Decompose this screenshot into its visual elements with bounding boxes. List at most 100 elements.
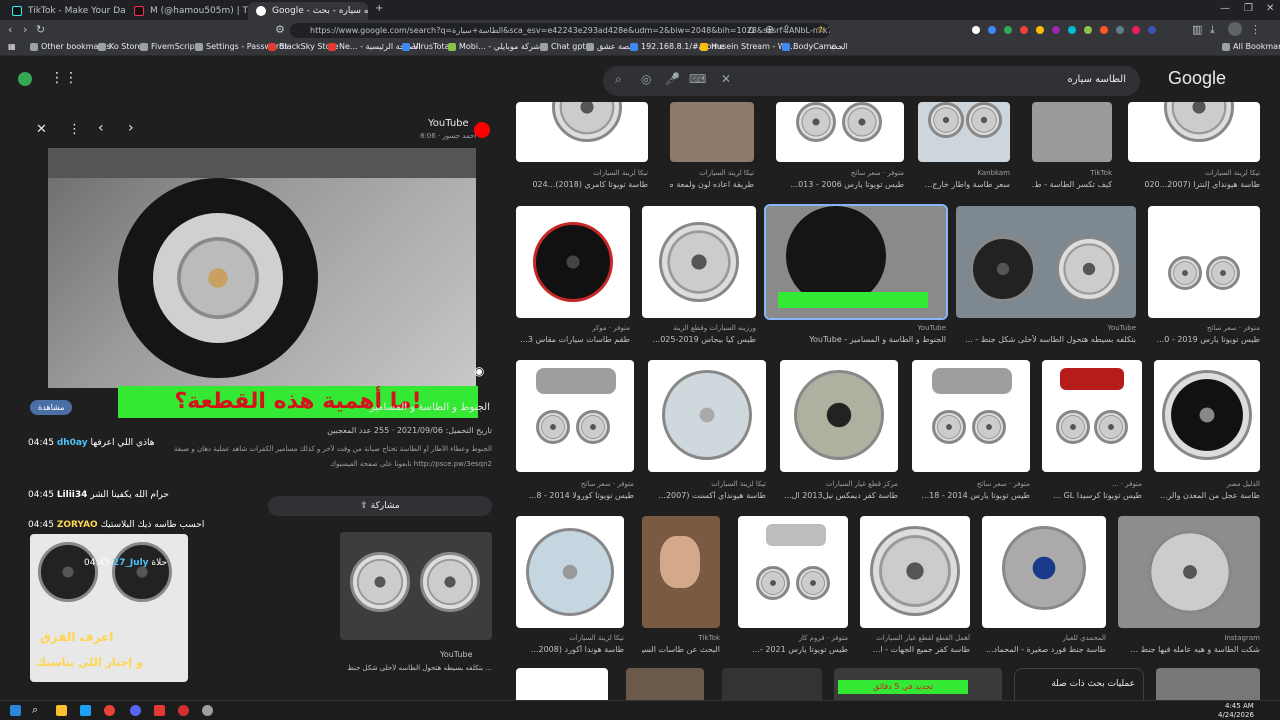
- related-caption[interactable]: بتكلفه بسيطه هتحول الطاسه لأحلى شكل جنط …: [344, 664, 492, 672]
- apps-grid-icon[interactable]: ⋮⋮: [50, 70, 78, 86]
- result-caption[interactable]: الجنوط و الطاسة و المسامير - YouTube: [766, 335, 946, 344]
- result-image[interactable]: [776, 102, 904, 162]
- previous-icon[interactable]: ‹: [98, 120, 104, 136]
- mic-icon[interactable]: 🎤: [665, 72, 680, 86]
- result-caption[interactable]: طاسة كفر جميع الجهات - ا...: [860, 645, 970, 654]
- result-caption[interactable]: طيس تويوتا يارس 2021 -...: [738, 645, 848, 654]
- result-image[interactable]: [1148, 206, 1260, 318]
- result-image[interactable]: [982, 516, 1106, 628]
- result-image[interactable]: [860, 516, 970, 628]
- tune-icon[interactable]: ⚙: [275, 23, 285, 36]
- result-image[interactable]: [516, 668, 608, 700]
- tab-google[interactable]: Google - الطاسه سياره - بحث ×: [248, 2, 368, 20]
- source-name[interactable]: YouTube: [428, 118, 469, 129]
- bookmark[interactable]: الحب: [830, 42, 848, 51]
- result-caption[interactable]: طيس تويوتا يارس 2006 - 013...: [776, 180, 904, 189]
- result-image[interactable]: تجديد في 5 دقائق: [834, 668, 1002, 700]
- result-caption[interactable]: طاسة هيونداي أكسنت (2007...: [648, 491, 766, 500]
- result-image[interactable]: [1156, 668, 1260, 700]
- back-icon[interactable]: ‹: [8, 23, 12, 36]
- result-image[interactable]: [1128, 102, 1260, 162]
- result-caption[interactable]: بتكلفه بسيطه هتحول الطاسه لأحلى شكل جنط …: [956, 335, 1136, 344]
- result-caption[interactable]: طيس تويوتا كورولا 2014 - 8...: [516, 491, 634, 500]
- result-caption[interactable]: البحث عن طاسات السيا...: [642, 645, 720, 654]
- maximize-icon[interactable]: ❐: [1244, 3, 1253, 14]
- all-bookmarks[interactable]: All Bookmarks: [1222, 42, 1280, 51]
- result-caption[interactable]: سعر طاسة واطار خارج...: [918, 180, 1010, 189]
- result-caption[interactable]: طاسة هوندا أكورد (2008...: [516, 645, 624, 654]
- result-image[interactable]: [1042, 360, 1142, 472]
- result-caption[interactable]: طاسة تويوتا كامري (2018)...024: [516, 180, 648, 189]
- next-icon[interactable]: ›: [128, 120, 134, 136]
- preview-image[interactable]: ما أهمية هذه القطعة؟! ◉: [48, 148, 484, 418]
- result-image[interactable]: [642, 516, 720, 628]
- result-caption[interactable]: طاسة عجل من المعدن والر...: [1154, 491, 1260, 500]
- extension-icon[interactable]: [1148, 26, 1156, 34]
- result-image[interactable]: [956, 206, 1136, 318]
- file-explorer-icon[interactable]: [56, 705, 67, 716]
- extension-icon[interactable]: [988, 26, 996, 34]
- extension-icon[interactable]: [1100, 26, 1108, 34]
- result-image[interactable]: [918, 102, 1010, 162]
- result-caption[interactable]: طيس تويوتا كرسيدا GL ...: [1042, 491, 1142, 500]
- result-image-selected[interactable]: [764, 204, 948, 320]
- search-input[interactable]: الطاسه سياره: [1067, 74, 1126, 85]
- image-title[interactable]: الجنوط و الطاسة و المسامير: [280, 402, 490, 413]
- result-caption[interactable]: طيس كيا بيجاس 2019-025...: [642, 335, 756, 344]
- star-icon[interactable]: ☆: [816, 23, 826, 36]
- result-caption[interactable]: كيف تكسر الطاسة - ط...: [1032, 180, 1112, 189]
- sidepanel-icon[interactable]: ▥: [1192, 23, 1202, 36]
- result-caption[interactable]: طريقة اعاده لون ولمعة طا...: [670, 180, 754, 189]
- app-icon[interactable]: [178, 705, 189, 716]
- result-image[interactable]: [1118, 516, 1260, 628]
- related-image[interactable]: [340, 532, 492, 640]
- new-tab-icon[interactable]: +: [375, 3, 383, 14]
- download-icon[interactable]: ⤓: [1210, 23, 1215, 37]
- extension-icon[interactable]: [1020, 26, 1028, 34]
- search-icon[interactable]: ⌕: [32, 703, 38, 717]
- lens-badge-icon[interactable]: [18, 72, 32, 86]
- clear-icon[interactable]: ✕: [721, 72, 731, 86]
- google-logo[interactable]: Google: [1168, 68, 1226, 89]
- result-image[interactable]: [516, 102, 648, 162]
- reload-icon[interactable]: ↻: [36, 23, 45, 36]
- bookmark[interactable]: Chat gpt: [540, 42, 586, 51]
- bookmark[interactable]: قصة عشق: [586, 42, 633, 51]
- close-window-icon[interactable]: ✕: [1266, 3, 1274, 14]
- result-image[interactable]: [516, 516, 624, 628]
- bookmark[interactable]: Mobi... - شركة موبايلي: [448, 42, 540, 51]
- extension-icon[interactable]: [1004, 26, 1012, 34]
- minimize-icon[interactable]: —: [1220, 3, 1230, 14]
- tab-tiktok-profile[interactable]: M (@hamou505m) | TikTok ×: [126, 2, 248, 20]
- result-image[interactable]: [912, 360, 1030, 472]
- result-image[interactable]: [1154, 360, 1260, 472]
- result-caption[interactable]: طاسة كفر ديمكس نيل2013 ال...: [780, 491, 898, 500]
- tab-tiktok[interactable]: TikTok - Make Your Day ×: [4, 2, 126, 20]
- discord-icon[interactable]: [130, 705, 141, 716]
- result-image[interactable]: [738, 516, 848, 628]
- extension-icon[interactable]: [972, 26, 980, 34]
- result-image[interactable]: [648, 360, 766, 472]
- result-caption[interactable]: طاسة هيونداي إلنترا (2007...020: [1128, 180, 1260, 189]
- menu-icon[interactable]: ⋮: [1250, 23, 1261, 36]
- search-box[interactable]: ⌕ ◎ 🎤 ⌨ ✕ الطاسه سياره: [603, 66, 1140, 96]
- keyboard-icon[interactable]: ⌨: [689, 72, 706, 86]
- close-icon[interactable]: ✕: [36, 122, 47, 137]
- translate-icon[interactable]: ⌂: [748, 23, 755, 36]
- result-image[interactable]: [626, 668, 704, 700]
- view-button[interactable]: مشاهدة: [30, 400, 73, 415]
- share-icon[interactable]: ⇪: [782, 23, 791, 36]
- result-caption[interactable]: شكت الطاسة و هيه عامله فيها جنط ...: [1118, 645, 1260, 654]
- result-image[interactable]: [1032, 102, 1112, 162]
- more-icon[interactable]: ⋮: [68, 122, 81, 137]
- app-icon[interactable]: [154, 705, 165, 716]
- extension-icon[interactable]: [1068, 26, 1076, 34]
- app-icon[interactable]: [80, 705, 91, 716]
- windows-start-icon[interactable]: [10, 705, 21, 716]
- clock-date[interactable]: 4/24/2026: [1218, 711, 1254, 719]
- bookmark[interactable]: Ko Store: [98, 42, 142, 51]
- bookmark[interactable]: VirusTotal: [402, 42, 452, 51]
- result-image[interactable]: [642, 206, 756, 318]
- app-icon[interactable]: [202, 705, 213, 716]
- result-image[interactable]: [670, 102, 754, 162]
